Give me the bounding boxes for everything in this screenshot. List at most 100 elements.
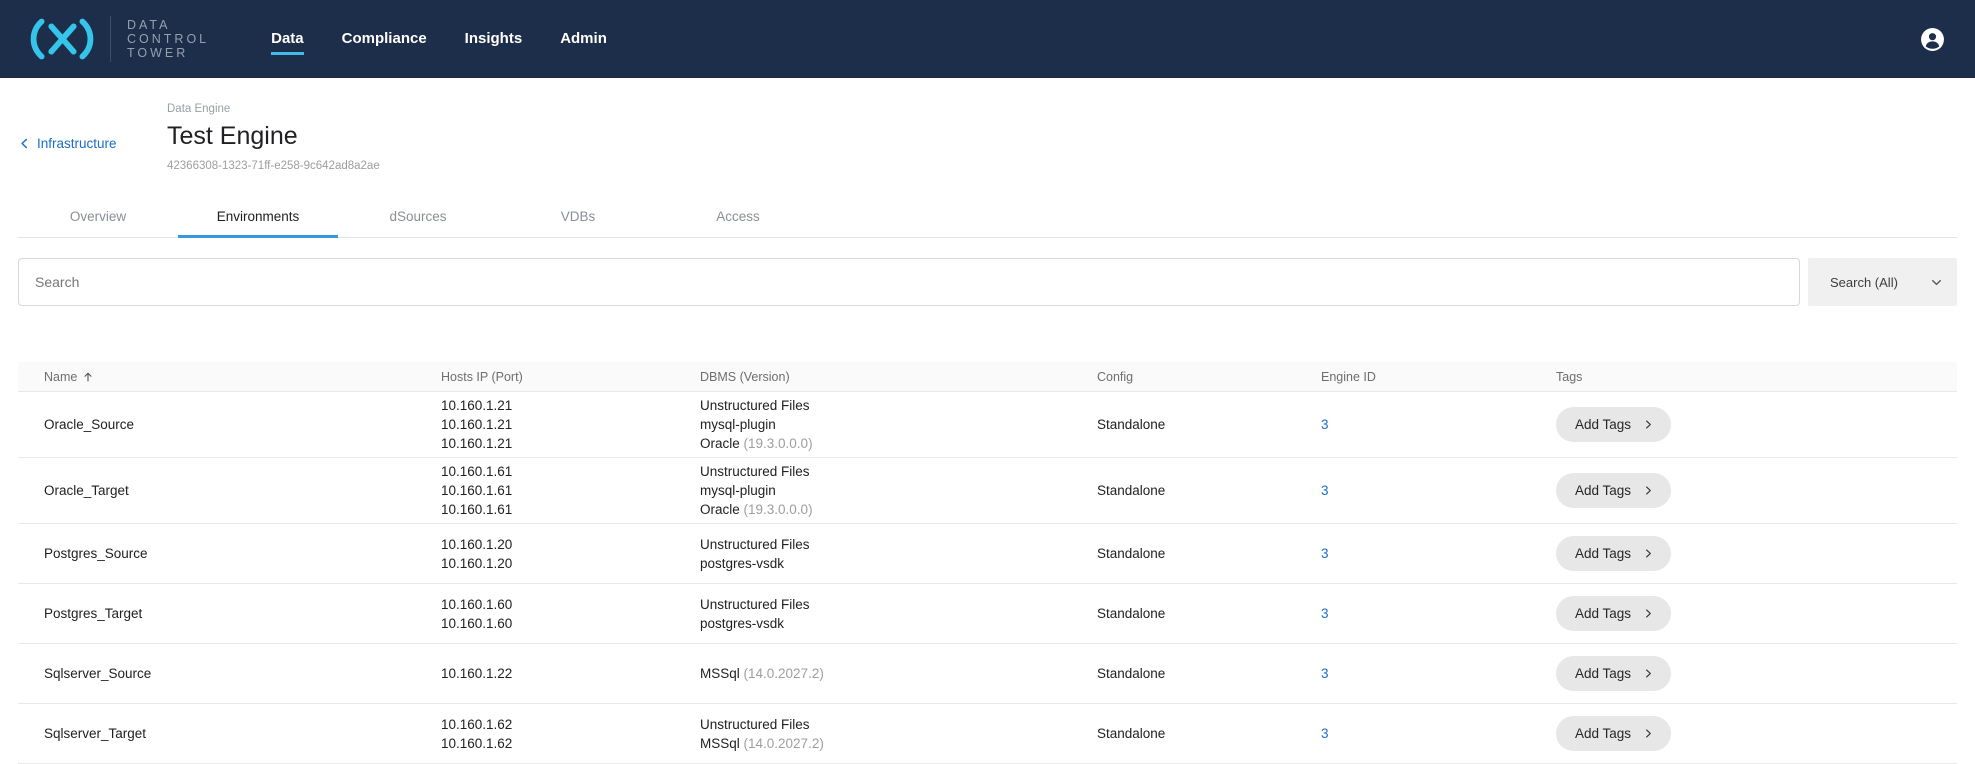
tab-overview[interactable]: Overview: [18, 197, 178, 238]
engine-id-link[interactable]: 3: [1321, 483, 1329, 498]
dbms-version: (14.0.2027.2): [740, 666, 824, 681]
dbms-entry: Unstructured Files: [700, 396, 1097, 415]
dct-logo-icon[interactable]: [28, 16, 96, 62]
column-header-name[interactable]: Name: [44, 370, 441, 384]
cell-hosts: 10.160.1.2110.160.1.2110.160.1.21: [441, 392, 700, 457]
cell-name: Postgres_Source: [44, 546, 441, 561]
chevron-right-icon: [1643, 608, 1654, 619]
dbms-entry: Oracle (19.3.0.0.0): [700, 500, 1097, 519]
column-header-dbms[interactable]: DBMS (Version): [700, 370, 1097, 384]
add-tags-button[interactable]: Add Tags: [1556, 536, 1671, 571]
engine-id-link[interactable]: 3: [1321, 417, 1329, 432]
add-tags-button[interactable]: Add Tags: [1556, 656, 1671, 691]
dbms-version: (19.3.0.0.0): [740, 502, 813, 517]
table-row: Oracle_Target 10.160.1.6110.160.1.6110.1…: [18, 458, 1957, 524]
dbms-entry: MSSql (14.0.2027.2): [700, 664, 1097, 683]
host-ip: 10.160.1.21: [441, 396, 700, 415]
engine-id-link[interactable]: 3: [1321, 606, 1329, 621]
add-tags-label: Add Tags: [1575, 483, 1631, 498]
tab-access[interactable]: Access: [658, 197, 818, 238]
chevron-right-icon: [1643, 485, 1654, 496]
add-tags-label: Add Tags: [1575, 666, 1631, 681]
nav-item-data[interactable]: Data: [271, 24, 304, 55]
cell-config: Standalone: [1097, 546, 1321, 561]
engine-id-link[interactable]: 3: [1321, 726, 1329, 741]
dbms-version: (19.3.0.0.0): [740, 436, 813, 451]
chevron-right-icon: [1643, 548, 1654, 559]
cell-hosts: 10.160.1.22: [441, 660, 700, 687]
table-row: Postgres_Target 10.160.1.6010.160.1.60 U…: [18, 584, 1957, 644]
tab-dsources[interactable]: dSources: [338, 197, 498, 238]
add-tags-button[interactable]: Add Tags: [1556, 716, 1671, 751]
add-tags-button[interactable]: Add Tags: [1556, 596, 1671, 631]
column-header-engine-id[interactable]: Engine ID: [1321, 370, 1556, 384]
add-tags-label: Add Tags: [1575, 606, 1631, 621]
host-ip: 10.160.1.20: [441, 535, 700, 554]
user-account-icon[interactable]: [1920, 27, 1945, 52]
cell-hosts: 10.160.1.6210.160.1.62: [441, 711, 700, 757]
chevron-right-icon: [1643, 668, 1654, 679]
brand-divider: [110, 16, 111, 62]
dbms-entry: postgres-vsdk: [700, 614, 1097, 633]
cell-name: Postgres_Target: [44, 606, 441, 621]
main-nav: Data Compliance Insights Admin: [271, 24, 607, 55]
back-link-infrastructure[interactable]: Infrastructure: [18, 136, 117, 151]
table-body: Oracle_Source 10.160.1.2110.160.1.2110.1…: [18, 392, 1957, 764]
host-ip: 10.160.1.22: [441, 664, 700, 683]
cell-hosts: 10.160.1.2010.160.1.20: [441, 531, 700, 577]
host-ip: 10.160.1.21: [441, 415, 700, 434]
host-ip: 10.160.1.61: [441, 500, 700, 519]
search-input[interactable]: [18, 258, 1800, 306]
cell-config: Standalone: [1097, 483, 1321, 498]
search-scope-label: Search (All): [1830, 275, 1898, 290]
cell-name: Oracle_Source: [44, 417, 441, 432]
dbms-entry: Unstructured Files: [700, 595, 1097, 614]
cell-name: Sqlserver_Source: [44, 666, 441, 681]
host-ip: 10.160.1.62: [441, 715, 700, 734]
dbms-entry: Unstructured Files: [700, 535, 1097, 554]
page-header: Infrastructure Data Engine Test Engine 4…: [0, 78, 1975, 172]
nav-item-admin[interactable]: Admin: [560, 24, 607, 55]
page-eyebrow: Data Engine: [167, 103, 1975, 115]
table-row: Postgres_Source 10.160.1.2010.160.1.20 U…: [18, 524, 1957, 584]
dbms-entry: Oracle (19.3.0.0.0): [700, 434, 1097, 453]
column-header-config[interactable]: Config: [1097, 370, 1321, 384]
engine-id-link[interactable]: 3: [1321, 666, 1329, 681]
dbms-version: (14.0.2027.2): [740, 736, 824, 751]
cell-config: Standalone: [1097, 417, 1321, 432]
chevron-right-icon: [1643, 419, 1654, 430]
engine-id-link[interactable]: 3: [1321, 546, 1329, 561]
tab-vdbs[interactable]: VDBs: [498, 197, 658, 238]
host-ip: 10.160.1.61: [441, 462, 700, 481]
add-tags-button[interactable]: Add Tags: [1556, 407, 1671, 442]
table-header-row: Name Hosts IP (Port) DBMS (Version) Conf…: [18, 362, 1957, 392]
add-tags-button[interactable]: Add Tags: [1556, 473, 1671, 508]
search-row: Search (All): [18, 258, 1957, 306]
tab-environments[interactable]: Environments: [178, 197, 338, 238]
add-tags-label: Add Tags: [1575, 417, 1631, 432]
nav-item-compliance[interactable]: Compliance: [342, 24, 427, 55]
column-header-hosts[interactable]: Hosts IP (Port): [441, 370, 700, 384]
cell-hosts: 10.160.1.6010.160.1.60: [441, 591, 700, 637]
brand-wordmark: DATA CONTROL TOWER: [127, 18, 209, 60]
dbms-entry: postgres-vsdk: [700, 554, 1097, 573]
tab-bar: Overview Environments dSources VDBs Acce…: [18, 197, 1957, 238]
column-header-tags[interactable]: Tags: [1556, 370, 1957, 384]
page-title: Test Engine: [167, 122, 1975, 151]
dbms-entry: mysql-plugin: [700, 415, 1097, 434]
host-ip: 10.160.1.60: [441, 614, 700, 633]
chevron-left-icon: [18, 137, 31, 150]
chevron-right-icon: [1643, 728, 1654, 739]
host-ip: 10.160.1.20: [441, 554, 700, 573]
chevron-down-icon: [1930, 276, 1943, 289]
search-scope-dropdown[interactable]: Search (All): [1808, 258, 1957, 306]
cell-dbms: Unstructured Filespostgres-vsdk: [700, 591, 1097, 637]
table-row: Sqlserver_Target 10.160.1.6210.160.1.62 …: [18, 704, 1957, 764]
table-row: Oracle_Source 10.160.1.2110.160.1.2110.1…: [18, 392, 1957, 458]
engine-uuid: 42366308-1323-71ff-e258-9c642ad8a2ae: [167, 160, 1975, 172]
cell-hosts: 10.160.1.6110.160.1.6110.160.1.61: [441, 458, 700, 523]
cell-dbms: Unstructured Filespostgres-vsdk: [700, 531, 1097, 577]
top-navbar: DATA CONTROL TOWER Data Compliance Insig…: [0, 0, 1975, 78]
nav-item-insights[interactable]: Insights: [465, 24, 523, 55]
cell-dbms: Unstructured FilesMSSql (14.0.2027.2): [700, 711, 1097, 757]
